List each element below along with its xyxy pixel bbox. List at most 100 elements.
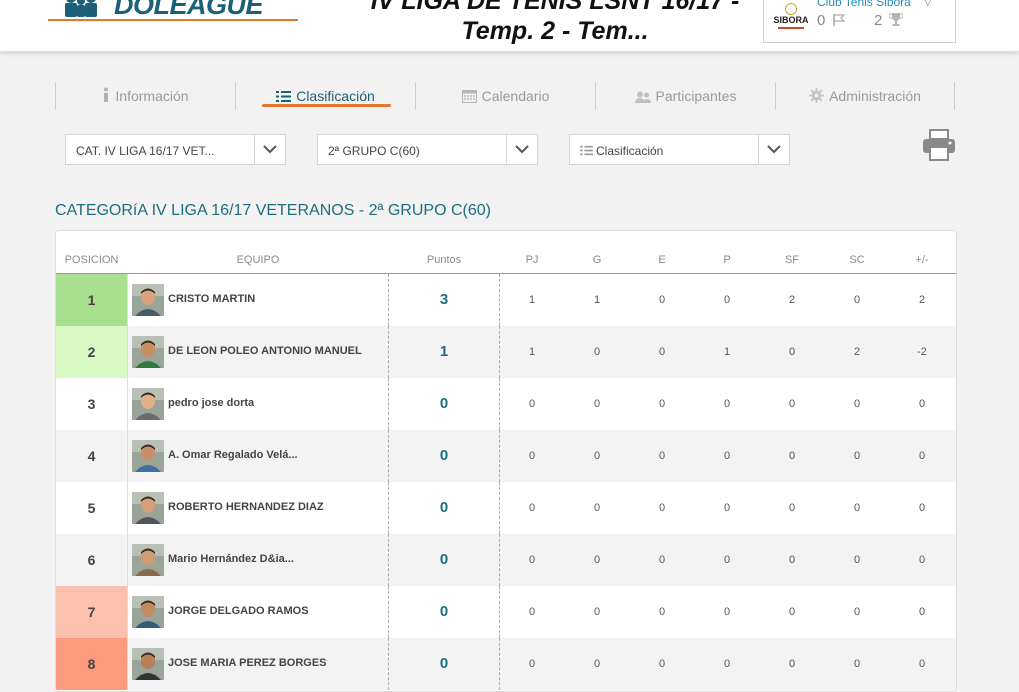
stat-cell-diff: 0 [918,450,926,462]
avatar[interactable] [132,388,164,420]
avatar[interactable] [132,492,164,524]
logo-underline [48,19,298,21]
stat-cell-e: 0 [658,554,666,566]
column-divider [127,378,128,430]
table-row[interactable]: 4 A. Omar Regalado Velá... 0 0 0 0 0 0 0 0 [56,430,956,482]
col-header-equipo[interactable]: EQUIPO [128,254,388,266]
stat-cell-pj: 0 [528,658,536,670]
table-header: POSICION EQUIPO Puntos PJ G E P SF SC +/… [56,251,956,274]
list-icon [276,91,292,102]
stat-cell-diff: 0 [918,606,926,618]
standings-table: POSICION EQUIPO Puntos PJ G E P SF SC +/… [55,230,957,692]
stat-cell-e: 0 [658,398,666,410]
column-divider [499,586,500,638]
team-name[interactable]: Mario Hernández D&ia... [168,553,294,565]
avatar[interactable] [132,544,164,576]
category-select[interactable]: CAT. IV LIGA 16/17 VET... [65,134,286,165]
col-header-puntos[interactable]: Puntos [389,254,499,266]
group-select-value: 2ª GRUPO C(60) [328,144,420,158]
team-name[interactable]: JORGE DELGADO RAMOS [168,605,309,617]
table-row[interactable]: 7 JORGE DELGADO RAMOS 0 0 0 0 0 0 0 0 [56,586,956,638]
col-header-pj[interactable]: PJ [512,254,552,266]
team-name[interactable]: pedro jose dorta [168,397,254,409]
table-row[interactable]: 2 DE LEON POLEO ANTONIO MANUEL 1 1 0 0 1 0 2 -2 [56,326,956,378]
team-name[interactable]: A. Omar Regalado Velá... [168,449,298,461]
stat-cell-e: 0 [658,294,666,306]
stat-cell-g: 0 [593,502,601,514]
points-cell: 0 [439,603,449,620]
club-logo: SIBORA [772,0,810,36]
avatar[interactable] [132,284,164,316]
stat-cell-pj: 1 [528,346,536,358]
stat-cell-p: 0 [723,294,731,306]
col-header-p[interactable]: P [707,254,747,266]
col-header-posicion[interactable]: POSICION [56,254,127,266]
position-cell: 7 [56,586,127,638]
flags-count-value: 0 [817,12,826,29]
stat-cell-sc: 0 [853,554,861,566]
view-select[interactable]: Clasificación [569,134,790,165]
stat-cell-e: 0 [658,658,666,670]
team-name[interactable]: JOSE MARIA PEREZ BORGES [168,657,327,669]
chevron-down-icon[interactable] [254,135,285,164]
position-cell: 4 [87,448,96,464]
tab-participantes[interactable]: Participantes [595,82,775,110]
table-row[interactable]: 6 Mario Hernández D&ia... 0 0 0 0 0 0 0 0 [56,534,956,586]
tab-label: Administración [829,88,921,104]
team-name[interactable]: DE LEON POLEO ANTONIO MANUEL [168,345,362,357]
points-cell: 0 [439,447,449,464]
avatar[interactable] [132,440,164,472]
stat-cell-g: 1 [593,294,601,306]
stat-cell-sc: 0 [853,450,861,462]
stat-cell-pj: 0 [528,606,536,618]
avatar[interactable] [132,596,164,628]
page-title: IV LIGA DE TENIS LSNT 16/17 - Temp. 2 - … [335,0,775,46]
col-header-sf[interactable]: SF [772,254,812,266]
print-icon[interactable] [922,128,956,162]
player-photo-icon [132,492,164,524]
stat-cell-sf: 2 [788,294,796,306]
stat-cell-e: 0 [658,346,666,358]
col-header-e[interactable]: E [642,254,682,266]
stat-cell-p: 0 [723,398,731,410]
table-row[interactable]: 8 JOSE MARIA PEREZ BORGES 0 0 0 0 0 0 0 0 [56,638,956,690]
club-selector[interactable]: SIBORA Club Tenis Sibora ▽ 0 2 [763,0,956,43]
column-divider [499,534,500,586]
club-trophies-count: 2 [874,12,904,29]
chevron-down-icon[interactable] [758,135,789,164]
avatar[interactable] [132,648,164,680]
col-header-g[interactable]: G [577,254,617,266]
stat-cell-p: 0 [723,502,731,514]
table-row[interactable]: 3 pedro jose dorta 0 0 0 0 0 0 0 0 [56,378,956,430]
tab-calendario[interactable]: Calendario [415,82,595,110]
stat-cell-sc: 0 [853,294,861,306]
points-cell: 0 [439,499,449,516]
tab-label: Participantes [655,88,737,104]
team-name[interactable]: ROBERTO HERNANDEZ DIAZ [168,501,324,513]
calendar-icon [461,90,477,103]
column-divider [499,482,500,534]
avatar[interactable] [132,336,164,368]
team-name[interactable]: CRISTO MARTIN [168,293,255,305]
stat-cell-p: 0 [723,658,731,670]
player-photo-icon [132,336,164,368]
col-header-diff[interactable]: +/- [902,254,942,266]
table-row[interactable]: 1 CRISTO MARTIN 3 1 1 0 0 2 0 2 [56,274,956,326]
table-row[interactable]: 5 ROBERTO HERNANDEZ DIAZ 0 0 0 0 0 0 0 0 [56,482,956,534]
tab-administracion[interactable]: Administración [775,82,955,110]
tab-informacion[interactable]: Información [55,82,235,110]
club-logo-text: SIBORA [773,15,809,25]
col-header-sc[interactable]: SC [837,254,877,266]
points-cell: 1 [439,343,449,360]
group-select[interactable]: 2ª GRUPO C(60) [317,134,538,165]
view-select-value: Clasificación [580,144,663,158]
stat-cell-diff: 0 [918,658,926,670]
club-name[interactable]: Club Tenis Sibora [817,0,911,9]
club-flags-count: 0 [817,12,846,29]
stat-cell-e: 0 [658,450,666,462]
chevron-down-icon[interactable] [506,135,537,164]
stat-cell-diff: 0 [918,554,926,566]
stat-cell-sc: 0 [853,606,861,618]
caret-down-icon[interactable]: ▽ [924,0,932,8]
main-tabs: Información Clasificación Calendario Par… [55,82,956,110]
